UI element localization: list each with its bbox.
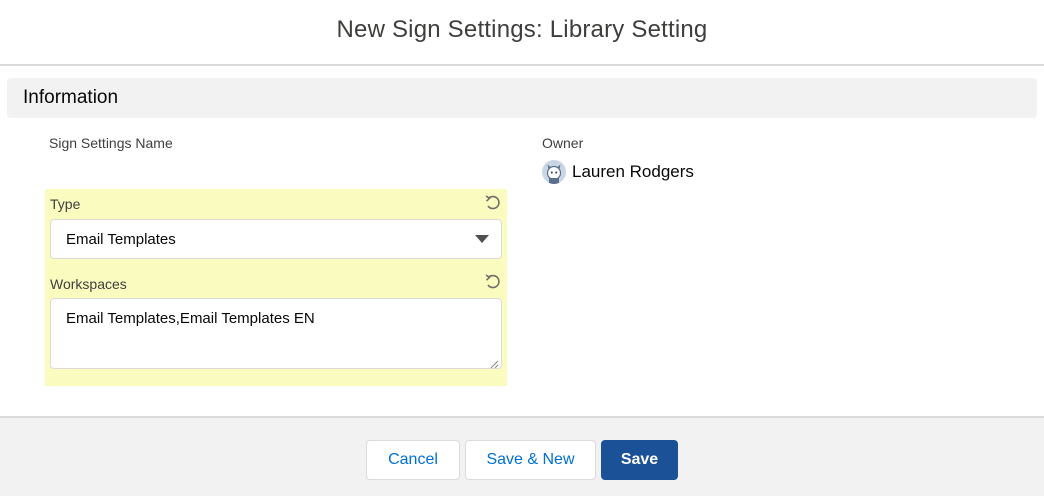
cancel-button[interactable]: Cancel — [366, 440, 460, 480]
section-title: Information — [23, 87, 119, 108]
edited-fields-block: Type Email Templates Workspaces Email Te… — [45, 189, 507, 386]
modal-footer: Cancel Save & New Save — [0, 416, 1044, 496]
workspaces-value: Email Templates,Email Templates EN — [66, 310, 315, 327]
workspaces-textarea[interactable]: Email Templates,Email Templates EN — [50, 298, 502, 369]
sign-settings-name-label: Sign Settings Name — [49, 135, 173, 151]
type-select-value: Email Templates — [66, 230, 176, 248]
section-header-information[interactable]: Information — [7, 78, 1037, 118]
save-and-new-button[interactable]: Save & New — [465, 440, 596, 480]
undo-icon[interactable] — [484, 194, 502, 212]
undo-icon[interactable] — [484, 273, 502, 291]
type-select[interactable]: Email Templates — [50, 219, 502, 259]
owner-name-link[interactable]: Lauren Rodgers — [572, 162, 694, 182]
user-avatar-icon — [542, 160, 566, 184]
type-label: Type — [50, 196, 81, 212]
owner-field: Lauren Rodgers — [542, 160, 694, 184]
workspaces-label: Workspaces — [50, 276, 127, 292]
modal-header: New Sign Settings: Library Setting — [0, 0, 1044, 66]
chevron-down-icon — [475, 235, 489, 243]
save-button[interactable]: Save — [601, 440, 678, 480]
owner-label: Owner — [542, 135, 584, 151]
resize-grip-icon[interactable] — [489, 356, 499, 369]
modal-title: New Sign Settings: Library Setting — [336, 16, 708, 43]
